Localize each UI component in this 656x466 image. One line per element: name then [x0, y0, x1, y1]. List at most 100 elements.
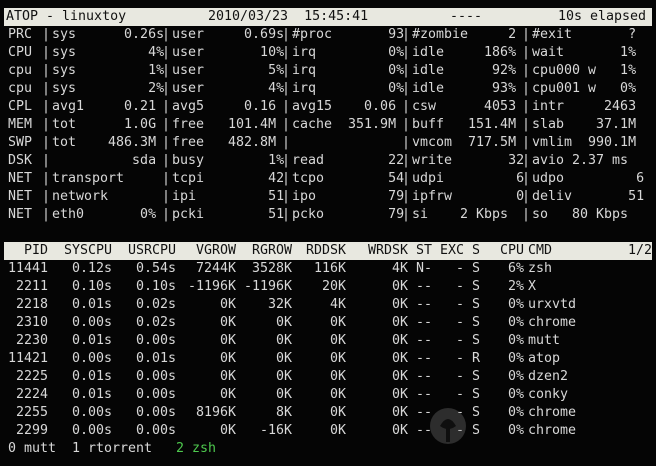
column-separator: | [162, 153, 171, 168]
row-label: NET [8, 171, 33, 186]
column-header-cpu[interactable]: CPU [500, 242, 524, 260]
process-s: R [472, 351, 481, 366]
column-separator: | [162, 189, 171, 204]
stat-cell: si 2 Kbps [412, 207, 509, 222]
column-header-cmd[interactable]: CMD [528, 242, 552, 260]
column-separator: | [522, 135, 531, 150]
process-pid: 11441 [7, 261, 48, 276]
process-syscpu: 0.01s [71, 333, 112, 348]
process-rddsk: 0K [329, 369, 346, 384]
process-st: -- [416, 369, 433, 384]
tmux-tab-1[interactable]: 1 rtorrent [72, 440, 152, 458]
column-header-rddsk[interactable]: RDDSK [306, 242, 346, 260]
process-rgrow: 0K [275, 369, 292, 384]
process-st: -- [416, 333, 433, 348]
column-header-vgrow[interactable]: VGROW [196, 242, 236, 260]
stat-cell: cpu001 w 0% [532, 81, 637, 96]
process-syscpu: 0.10s [71, 279, 112, 294]
process-usrcpu: 0.00s [135, 405, 176, 420]
stat-cell: user 4% [172, 81, 285, 96]
process-wrdsk: 0K [391, 333, 408, 348]
process-vgrow: 0K [219, 423, 236, 438]
column-header-rgrow[interactable]: RGROW [252, 242, 292, 260]
process-cmd: atop [528, 351, 561, 366]
process-usrcpu: 0.00s [135, 369, 176, 384]
column-separator: | [282, 135, 291, 150]
process-row[interactable]: 11441 0.12s 0.54s 7244K 3528K 116K 4K N- - S 6% zsh [4, 260, 652, 278]
process-exc: - [455, 261, 464, 276]
stat-cell: sys 4% [52, 45, 165, 60]
column-separator: | [522, 63, 531, 78]
process-cpu: 0% [507, 315, 524, 330]
process-st: -- [416, 315, 433, 330]
elapsed-time: 10s elapsed [558, 9, 647, 24]
stat-cell: csw 4053 [412, 99, 517, 114]
column-header-syscpu[interactable]: SYSCPU [64, 242, 112, 260]
process-cpu: 0% [507, 351, 524, 366]
column-separator: | [42, 117, 51, 132]
process-s: S [472, 369, 481, 384]
process-vgrow: 8196K [195, 405, 236, 420]
stat-cell: sda [52, 153, 157, 168]
process-cpu: 6% [507, 261, 524, 276]
row-label: CPL [8, 99, 33, 114]
column-separator: | [522, 81, 531, 96]
process-rgrow: 0K [275, 333, 292, 348]
stat-cell: slab 37.1M [532, 117, 637, 132]
stat-cell: user 10% [172, 45, 285, 60]
stat-cell: transport [52, 171, 125, 186]
process-vgrow: -1196K [187, 279, 236, 294]
stat-cell: eth0 0% [52, 207, 157, 222]
stat-cell: avg15 0.06 [292, 99, 397, 114]
system-row-dsk: DSK | | | | | sda busy 1% read 22 write 32 avio 2… [4, 152, 652, 170]
stat-cell: tcpo 54 [292, 171, 405, 186]
process-syscpu: 0.12s [71, 261, 112, 276]
stat-cell: tot 486.3M [52, 135, 157, 150]
stat-cell: so 80 Kbps [532, 207, 629, 222]
command-line[interactable] [4, 224, 652, 242]
column-header-st[interactable]: ST [416, 242, 432, 260]
process-row[interactable]: 2310 0.00s 0.02s 0K 0K 0K 0K -- - S 0% chrome [4, 314, 652, 332]
process-rddsk: 0K [329, 333, 346, 348]
process-row[interactable]: 2224 0.01s 0.00s 0K 0K 0K 0K -- - S 0% conky [4, 386, 652, 404]
process-st: -- [416, 297, 433, 312]
process-cpu: 0% [507, 369, 524, 384]
process-s: S [472, 297, 481, 312]
column-header-wrdsk[interactable]: WRDSK [368, 242, 408, 260]
process-row[interactable]: 11421 0.00s 0.01s 0K 0K 0K 0K -- - R 0% atop [4, 350, 652, 368]
stat-cell: udpi 6 [412, 171, 525, 186]
process-rgrow: 0K [275, 351, 292, 366]
stat-cell: #exit ? [532, 27, 637, 42]
tmux-tab-2[interactable]: 2 zsh [176, 440, 216, 458]
column-separator: | [402, 117, 411, 132]
process-s: S [472, 261, 481, 276]
column-separator: | [162, 207, 171, 222]
column-header-s[interactable]: S [472, 242, 480, 260]
process-usrcpu: 0.00s [135, 387, 176, 402]
process-row[interactable]: 2225 0.01s 0.00s 0K 0K 0K 0K -- - S 0% dzen2 [4, 368, 652, 386]
process-s: S [472, 315, 481, 330]
stat-cell: #zombie 2 [412, 27, 517, 42]
process-rgrow: 32K [267, 297, 292, 312]
process-rgrow: 0K [275, 387, 292, 402]
column-header-exc[interactable]: EXC [440, 242, 464, 260]
column-separator: | [522, 45, 531, 60]
column-separator: | [402, 135, 411, 150]
process-s: S [472, 279, 481, 294]
process-rgrow: 3528K [251, 261, 292, 276]
process-row[interactable]: 2230 0.01s 0.00s 0K 0K 0K 0K -- - S 0% mutt [4, 332, 652, 350]
column-header-pid[interactable]: PID [24, 242, 48, 260]
process-vgrow: 0K [219, 387, 236, 402]
stat-cell: vmlim 990.1M [532, 135, 637, 150]
process-wrdsk: 0K [391, 297, 408, 312]
process-row[interactable]: 2211 0.10s 0.10s -1196K -1196K 20K 0K -- - S 2% X [4, 278, 652, 296]
tmux-tab-0[interactable]: 0 mutt [8, 440, 56, 458]
process-cmd: X [528, 279, 537, 294]
row-label: DSK [8, 153, 33, 168]
process-rddsk: 0K [329, 351, 346, 366]
stat-cell: network [52, 189, 109, 204]
column-header-usrcpu[interactable]: USRCPU [128, 242, 176, 260]
stat-cell: irq 0% [292, 81, 405, 96]
process-exc: - [455, 369, 464, 384]
process-row[interactable]: 2218 0.01s 0.02s 0K 32K 4K 0K -- - S 0% urxvtd [4, 296, 652, 314]
